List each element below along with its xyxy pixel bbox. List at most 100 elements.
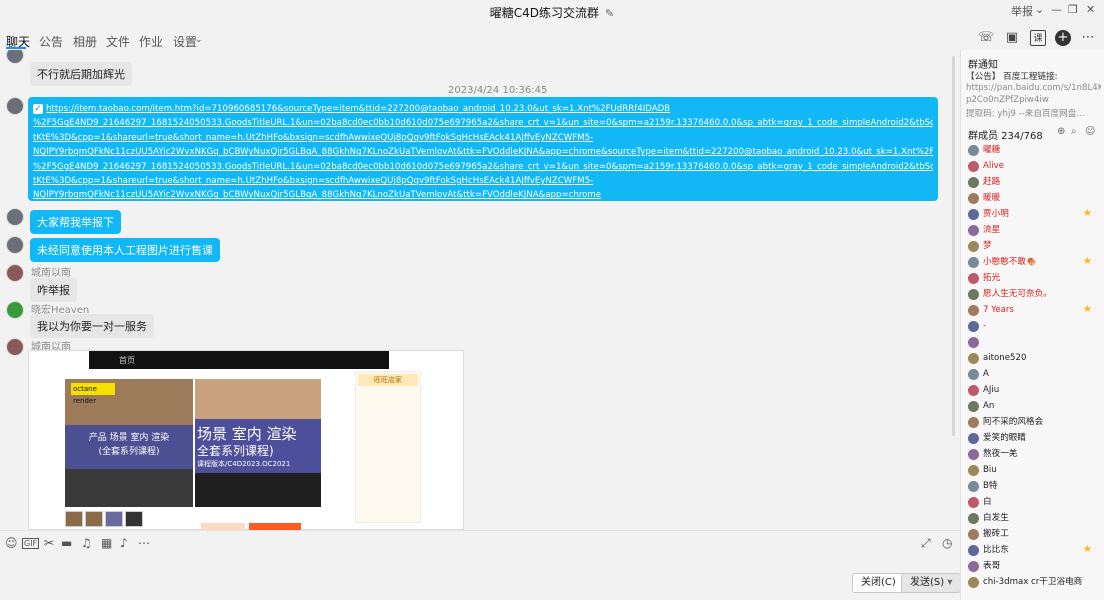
tab-homework[interactable]: 作业: [139, 33, 163, 50]
avatar[interactable]: [6, 264, 24, 282]
music-icon[interactable]: ♫: [81, 536, 92, 550]
link-line[interactable]: %2F5GgE4ND9_21646297_1681524050533.Goods…: [33, 160, 933, 174]
history-icon[interactable]: ◷: [942, 536, 952, 550]
send-button[interactable]: 发送(S) ▾: [901, 573, 962, 593]
notice-line[interactable]: 【公告】 百度工程链接:: [966, 70, 1101, 82]
minimize-icon[interactable]: —: [1051, 3, 1062, 16]
shop-panel: 旺旺店家: [355, 371, 421, 523]
phone-icon[interactable]: ☏: [978, 30, 994, 46]
member-row[interactable]: aitone520: [968, 352, 1098, 366]
gif-icon[interactable]: GIF: [22, 538, 40, 549]
avatar[interactable]: [6, 338, 24, 356]
avatar[interactable]: [6, 208, 24, 226]
report-link[interactable]: 举报: [1011, 3, 1033, 19]
search-icon[interactable]: ⌕: [1071, 126, 1077, 137]
member-row[interactable]: 贾小明 ★: [968, 208, 1098, 222]
chevron-down-icon[interactable]: ⌄: [1035, 3, 1044, 16]
link-line[interactable]: NQlPY9rbqmQFkNc11czUU5AYic2WvxNKGq_bCBWy…: [33, 145, 933, 159]
member-row[interactable]: A: [968, 368, 1098, 382]
member-row[interactable]: 流星: [968, 224, 1098, 238]
tab-notice[interactable]: 公告: [39, 33, 63, 50]
close-button[interactable]: 关闭(C): [852, 573, 905, 593]
avatar: [968, 321, 979, 332]
member-row[interactable]: An: [968, 400, 1098, 414]
notice-line[interactable]: 提取码: yhj9 --来自百度网盘...: [966, 107, 1101, 119]
member-row[interactable]: 梦: [968, 240, 1098, 254]
product-card: octane render 产品 场景 室内 渲染 (全套系列课程): [65, 379, 193, 507]
member-row[interactable]: 白发生: [968, 512, 1098, 526]
video-icon[interactable]: ▣: [1004, 30, 1020, 46]
bell-icon[interactable]: ♪: [120, 536, 128, 550]
avatar: [968, 561, 979, 572]
member-row[interactable]: 愿人生无可奈负。: [968, 288, 1098, 302]
member-row[interactable]: 小憨憨不敢🍖 ★: [968, 256, 1098, 270]
member-row[interactable]: 曜糖: [968, 144, 1098, 158]
member-row[interactable]: 赶路: [968, 176, 1098, 190]
screen-share-icon[interactable]: 课: [1030, 30, 1046, 46]
member-row[interactable]: Alive: [968, 160, 1098, 174]
link-line[interactable]: NQlPY9rbqmQFkNc11czUU5AYic2WvxNKGq_bCBWy…: [33, 188, 933, 202]
message-bubble: 未经同意使用本人工程图片进行售课: [30, 238, 220, 262]
card-band: 产品 场景 室内 渲染 (全套系列课程): [65, 425, 193, 469]
member-row[interactable]: 搬砖工: [968, 528, 1098, 542]
avatar[interactable]: [6, 236, 24, 254]
maximize-icon[interactable]: ❐: [1068, 3, 1078, 16]
member-row[interactable]: 白: [968, 496, 1098, 510]
member-name: AJiu: [983, 385, 1000, 395]
more-icon[interactable]: ⋯: [1080, 30, 1096, 46]
member-name: chi-3dmax cr干卫浴电商渲染: [983, 577, 1083, 587]
emoji-icon[interactable]: ☺: [5, 536, 18, 550]
member-row[interactable]: AJiu: [968, 384, 1098, 398]
folder-icon[interactable]: ▬: [61, 536, 72, 550]
invite-icon[interactable]: ⊕: [1057, 126, 1065, 137]
edit-title-icon[interactable]: ✎: [605, 7, 614, 20]
chevron-down-icon[interactable]: ⌄: [195, 35, 203, 45]
close-icon[interactable]: ✕: [1086, 3, 1095, 16]
link-line[interactable]: tKtE%3D&cpp=1&shareurl=true&short_name=h…: [33, 131, 933, 145]
member-row[interactable]: Biu: [968, 464, 1098, 478]
members-title: 群成员 234/768: [968, 131, 1043, 142]
avatar: [968, 353, 979, 364]
notice-line[interactable]: https://pan.baidu.com/s/1n8L4KNb: [966, 83, 1101, 93]
avatar: [968, 481, 979, 492]
screenshot-topbar: 首页: [89, 351, 389, 369]
member-row[interactable]: 拓光: [968, 272, 1098, 286]
member-row[interactable]: 7 Years ★: [968, 304, 1098, 318]
member-row[interactable]: 阿不采的风格会: [968, 416, 1098, 430]
tab-album[interactable]: 相册: [73, 33, 97, 50]
link-line[interactable]: ✓ https://item.taobao.com/item.htm?id=710…: [33, 102, 933, 116]
thumbnail: [125, 511, 143, 527]
link-line[interactable]: tKtE%3D&cpp=1&shareurl=true&short_name=h…: [33, 174, 933, 188]
thumbnail: [105, 511, 123, 527]
member-row[interactable]: -: [968, 320, 1098, 334]
input-area: ☺ GIF ✂ ▬ ♫ ▦ ♪ ⋯ ⤢ ◷ 关闭(C) 发送(S) ▾: [0, 530, 962, 600]
avatar[interactable]: [6, 97, 24, 115]
tab-files[interactable]: 文件: [106, 33, 130, 50]
avatar: [968, 545, 979, 556]
member-row[interactable]: B特: [968, 480, 1098, 494]
more-icon[interactable]: ⋯: [138, 536, 150, 550]
message-bubble: 我以为你要一对一服务: [30, 314, 154, 338]
scissors-icon[interactable]: ✂: [44, 536, 54, 550]
tab-settings[interactable]: 设置: [173, 33, 197, 50]
member-row[interactable]: 熬夜一羌: [968, 448, 1098, 462]
user-icon[interactable]: ☺: [1085, 126, 1095, 137]
avatar[interactable]: [6, 301, 24, 319]
image-icon[interactable]: ▦: [101, 536, 112, 550]
notice-line[interactable]: p2Co0nZPfZpiw4iw: [966, 95, 1101, 105]
member-row[interactable]: 表哥: [968, 560, 1098, 574]
member-row[interactable]: 爱笑的眼睛: [968, 432, 1098, 446]
member-row[interactable]: chi-3dmax cr干卫浴电商渲染: [968, 576, 1098, 590]
member-row[interactable]: 暖暖: [968, 192, 1098, 206]
group-info-panel: 群通知 【公告】 百度工程链接: https://pan.baidu.com/s…: [960, 50, 1104, 600]
image-message[interactable]: 首页 octane render 产品 场景 室内 渲染 (全套系列课程) 场景…: [28, 350, 464, 530]
member-row[interactable]: 比比东 ★: [968, 544, 1098, 558]
member-name: 比比东: [983, 545, 1009, 555]
expand-icon[interactable]: ⤢: [921, 536, 931, 551]
avatar[interactable]: [6, 50, 24, 64]
link-line[interactable]: %2F5GgE4ND9_21646297_1681524050533.Goods…: [33, 116, 933, 130]
add-icon[interactable]: +: [1055, 30, 1071, 46]
member-row[interactable]: [968, 336, 1098, 350]
message-bubble: 大家帮我举报下: [30, 210, 121, 234]
chat-scrollbar[interactable]: [952, 56, 955, 436]
